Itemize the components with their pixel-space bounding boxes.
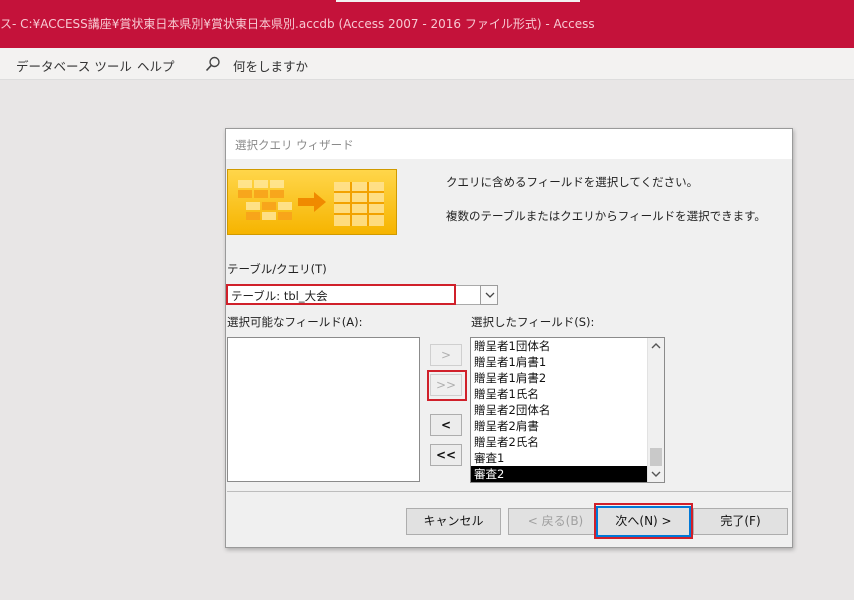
scroll-down-icon[interactable] bbox=[648, 466, 664, 482]
cancel-button[interactable]: キャンセル bbox=[406, 508, 501, 535]
list-item[interactable]: 贈呈者1肩書1 bbox=[471, 354, 647, 370]
available-fields-label: 選択可能なフィールド(A): bbox=[227, 315, 363, 329]
query-wizard-dialog: 選択クエリ ウィザード クエリに含めるフィールドを選択してください。 複数のテー… bbox=[225, 128, 793, 548]
scroll-up-icon[interactable] bbox=[648, 338, 664, 354]
tell-me-search[interactable]: 何をしますか bbox=[233, 56, 308, 75]
wizard-illustration bbox=[227, 169, 397, 235]
list-item[interactable]: 贈呈者1氏名 bbox=[471, 386, 647, 402]
scrollbar-thumb[interactable] bbox=[650, 448, 662, 466]
instruction-line-2: 複数のテーブルまたはクエリからフィールドを選択できます。 bbox=[446, 209, 766, 223]
available-fields-list[interactable] bbox=[227, 337, 420, 482]
list-item[interactable]: 贈呈者2肩書 bbox=[471, 418, 647, 434]
add-all-fields-button[interactable]: >> bbox=[430, 374, 462, 396]
title-bar: ス- C:¥ACCESS講座¥賞状東日本県別¥賞状東日本県別.accdb (Ac… bbox=[0, 0, 854, 48]
next-button[interactable]: 次へ(N) > bbox=[596, 506, 691, 537]
remove-all-fields-button[interactable]: << bbox=[430, 444, 462, 466]
tab-help[interactable]: ヘルプ bbox=[137, 56, 175, 75]
ribbon-bar: データベース ツール ヘルプ 何をしますか bbox=[0, 48, 854, 80]
list-item[interactable]: 贈呈者1団体名 bbox=[471, 338, 647, 354]
dialog-title-bar: 選択クエリ ウィザード bbox=[226, 129, 792, 159]
tab-database-tools[interactable]: データベース ツール bbox=[16, 56, 132, 75]
list-item[interactable]: 贈呈者1肩書2 bbox=[471, 370, 647, 386]
chevron-down-icon bbox=[485, 292, 495, 298]
list-item[interactable]: 贈呈者2氏名 bbox=[471, 434, 647, 450]
instruction-line-1: クエリに含めるフィールドを選択してください。 bbox=[446, 175, 699, 189]
add-field-button[interactable]: > bbox=[430, 344, 462, 366]
title-accent-bar bbox=[336, 0, 580, 2]
selected-list-scrollbar[interactable] bbox=[647, 338, 664, 482]
combobox-field[interactable] bbox=[456, 285, 480, 305]
list-item[interactable]: 審査1 bbox=[471, 450, 647, 466]
table-query-label: テーブル/クエリ(T) bbox=[227, 262, 327, 276]
selected-fields-label: 選択したフィールド(S): bbox=[471, 315, 595, 329]
window-title: ス- C:¥ACCESS講座¥賞状東日本県別¥賞状東日本県別.accdb (Ac… bbox=[0, 17, 595, 31]
finish-button[interactable]: 完了(F) bbox=[693, 508, 788, 535]
dialog-title: 選択クエリ ウィザード bbox=[235, 138, 354, 152]
list-item-selected[interactable]: 審査2 bbox=[471, 466, 647, 482]
remove-field-button[interactable]: < bbox=[430, 414, 462, 436]
back-button[interactable]: < 戻る(B) bbox=[508, 508, 603, 535]
list-item[interactable]: 贈呈者2団体名 bbox=[471, 402, 647, 418]
selected-fields-list[interactable]: 贈呈者1団体名 贈呈者1肩書1 贈呈者1肩書2 贈呈者1氏名 贈呈者2団体名 贈… bbox=[470, 337, 665, 483]
combobox-dropdown-button[interactable] bbox=[480, 285, 498, 305]
table-query-combobox[interactable]: テーブル: tbl_大会 bbox=[226, 284, 456, 305]
footer-separator bbox=[227, 491, 791, 492]
search-icon[interactable] bbox=[205, 56, 221, 72]
